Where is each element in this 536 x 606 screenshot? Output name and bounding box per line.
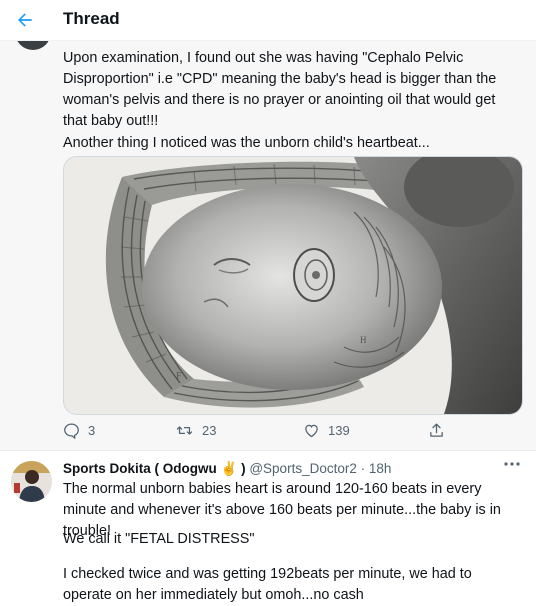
victory-hand-emoji: ✌ bbox=[220, 461, 238, 476]
thread-header: Thread bbox=[0, 0, 536, 41]
author-name[interactable]: Sports Dokita ( Odogwu ✌ ) bbox=[63, 461, 246, 476]
tweet-text-paragraph: Another thing I noticed was the unborn c… bbox=[63, 135, 430, 151]
tweet-text-paragraph: We call it "FETAL DISTRESS" bbox=[63, 531, 255, 547]
tweet-actions: 3 23 139 bbox=[63, 422, 463, 444]
retweet-button[interactable]: 23 bbox=[175, 422, 216, 439]
more-icon bbox=[504, 462, 520, 466]
author-handle[interactable]: @Sports_Doctor2 bbox=[249, 461, 357, 476]
tweet-reply[interactable]: Sports Dokita ( Odogwu ✌ ) @Sports_Docto… bbox=[0, 451, 536, 603]
more-options-button[interactable] bbox=[501, 457, 523, 471]
reply-icon bbox=[64, 423, 79, 439]
like-icon bbox=[305, 424, 318, 438]
tweet-text-paragraph: I checked twice and was getting 192beats… bbox=[63, 566, 472, 603]
tweet-timestamp[interactable]: 18h bbox=[369, 461, 392, 476]
back-arrow-icon bbox=[18, 13, 32, 27]
share-button[interactable] bbox=[428, 422, 445, 439]
tweet-author-row: Sports Dokita ( Odogwu ✌ ) @Sports_Docto… bbox=[63, 461, 391, 477]
retweet-count: 23 bbox=[202, 423, 217, 438]
like-count: 139 bbox=[328, 423, 350, 438]
svg-text:F: F bbox=[176, 371, 182, 382]
reply-count: 3 bbox=[88, 423, 96, 438]
like-button[interactable]: 139 bbox=[303, 422, 350, 439]
fetal-illustration-image: F H bbox=[64, 157, 522, 414]
svg-text:H: H bbox=[360, 335, 367, 345]
avatar[interactable] bbox=[11, 461, 52, 502]
meta-separator: · bbox=[360, 461, 366, 476]
share-icon bbox=[430, 423, 443, 437]
reply-button[interactable]: 3 bbox=[63, 422, 95, 439]
retweet-icon bbox=[176, 426, 193, 435]
back-button[interactable] bbox=[10, 5, 40, 35]
page-title: Thread bbox=[63, 9, 120, 28]
tweet-text-paragraph: Upon examination, I found out she was ha… bbox=[63, 50, 497, 129]
tweet-image[interactable]: F H bbox=[63, 156, 523, 415]
tweet-focused[interactable]: Upon examination, I found out she was ha… bbox=[0, 14, 536, 451]
avatar-image bbox=[11, 461, 52, 502]
